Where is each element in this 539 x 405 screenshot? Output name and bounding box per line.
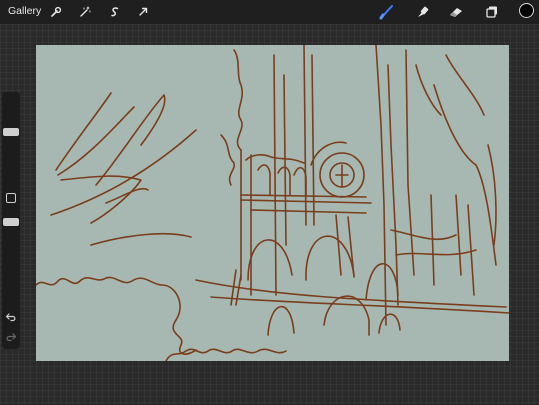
- magic-wand-icon[interactable]: [76, 3, 94, 21]
- selection-icon[interactable]: [106, 3, 124, 21]
- brush-size-slider[interactable]: [3, 128, 19, 136]
- eraser-icon[interactable]: [447, 3, 465, 21]
- brush-icon[interactable]: [378, 3, 396, 21]
- layers-icon[interactable]: [483, 3, 501, 21]
- left-sidebar: [2, 92, 20, 349]
- transform-arrow-icon[interactable]: [134, 3, 152, 21]
- top-toolbar: Gallery: [0, 0, 539, 24]
- sketch-artwork: [36, 45, 509, 361]
- smudge-icon[interactable]: [413, 3, 431, 21]
- color-picker[interactable]: [519, 3, 534, 18]
- undo-icon[interactable]: [5, 310, 17, 322]
- redo-icon[interactable]: [5, 330, 17, 342]
- gallery-button[interactable]: Gallery: [8, 5, 41, 17]
- brush-opacity-slider[interactable]: [3, 218, 19, 226]
- modify-button[interactable]: [6, 193, 16, 203]
- drawing-canvas[interactable]: [36, 45, 509, 361]
- wrench-icon[interactable]: [47, 3, 65, 21]
